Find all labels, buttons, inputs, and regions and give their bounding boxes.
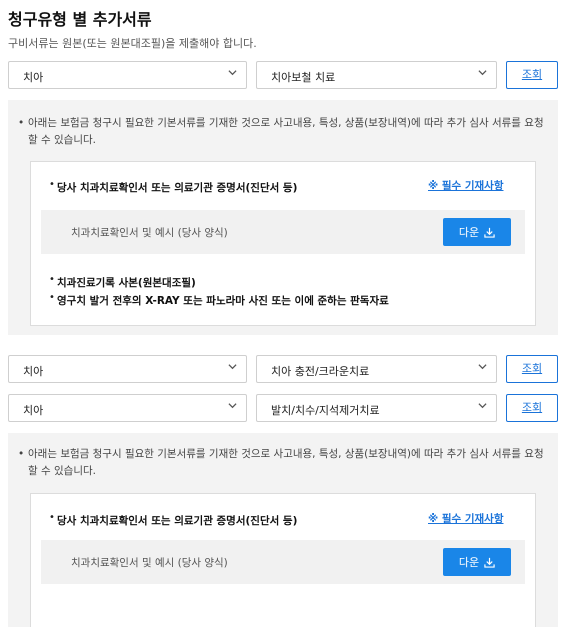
category-select-3[interactable]: 치아 (8, 394, 247, 422)
info-panel-1: • 아래는 보험금 청구시 필요한 기본서류를 기재한 것으로 사고내용, 특성… (8, 100, 558, 335)
category-select-value: 치아 (23, 404, 44, 417)
query-button-3[interactable]: 조회 (506, 394, 558, 422)
download-button[interactable]: 다운 (443, 548, 511, 576)
page-title: 청구유형 별 추가서류 (8, 10, 152, 29)
chevron-down-icon (478, 70, 487, 76)
chevron-down-icon (228, 364, 237, 370)
download-label: 치과치료확인서 및 예시 (당사 양식) (71, 227, 228, 239)
download-icon (484, 227, 495, 238)
documents-card: • 당사 치과치료확인서 또는 의료기관 증명서(진단서 등) ※ 필수 기재사… (30, 493, 536, 627)
chevron-down-icon (478, 403, 487, 409)
info-panel-2: • 아래는 보험금 청구시 필요한 기본서류를 기재한 것으로 사고내용, 특성… (8, 433, 558, 627)
extra-document: 치과진료기록 사본(원본대조필) (57, 277, 196, 289)
category-select-value: 치아 (23, 365, 44, 378)
download-button[interactable]: 다운 (443, 218, 511, 246)
required-fields-link[interactable]: ※ 필수 기재사항 (428, 178, 503, 193)
page-description: 구비서류는 원본(또는 원본대조필)을 제출해야 합니다. (8, 37, 257, 50)
download-icon (484, 557, 495, 568)
treatment-select-2[interactable]: 치아 충전/크라운치료 (256, 355, 497, 383)
category-select-1[interactable]: 치아 (8, 61, 247, 89)
treatment-select-3[interactable]: 발치/치수/지석제거치료 (256, 394, 497, 422)
download-row: 치과치료확인서 및 예시 (당사 양식) 다운 (41, 540, 525, 584)
treatment-select-1[interactable]: 치아보철 치료 (256, 61, 497, 89)
treatment-select-value: 치아 충전/크라운치료 (271, 365, 370, 378)
treatment-select-value: 치아보철 치료 (271, 71, 336, 84)
chevron-down-icon (228, 403, 237, 409)
chevron-down-icon (478, 364, 487, 370)
documents-card: • 당사 치과치료확인서 또는 의료기관 증명서(진단서 등) ※ 필수 기재사… (30, 161, 536, 326)
download-row: 치과치료확인서 및 예시 (당사 양식) 다운 (41, 210, 525, 254)
query-button-1[interactable]: 조회 (506, 61, 558, 89)
treatment-select-value: 발치/치수/지석제거치료 (271, 404, 380, 417)
category-select-value: 치아 (23, 71, 44, 84)
required-document: 당사 치과치료확인서 또는 의료기관 증명서(진단서 등) (57, 182, 298, 194)
notice-text: • 아래는 보험금 청구시 필요한 기본서류를 기재한 것으로 사고내용, 특성… (18, 448, 544, 477)
download-label: 치과치료확인서 및 예시 (당사 양식) (71, 557, 228, 569)
query-button-2[interactable]: 조회 (506, 355, 558, 383)
required-document: 당사 치과치료확인서 또는 의료기관 증명서(진단서 등) (57, 515, 298, 527)
extra-document: 영구치 발거 전후의 X-RAY 또는 파노라마 사진 또는 이에 준하는 판독… (57, 295, 389, 307)
category-select-2[interactable]: 치아 (8, 355, 247, 383)
chevron-down-icon (228, 70, 237, 76)
required-fields-link[interactable]: ※ 필수 기재사항 (428, 511, 503, 526)
notice-text: • 아래는 보험금 청구시 필요한 기본서류를 기재한 것으로 사고내용, 특성… (18, 117, 544, 146)
